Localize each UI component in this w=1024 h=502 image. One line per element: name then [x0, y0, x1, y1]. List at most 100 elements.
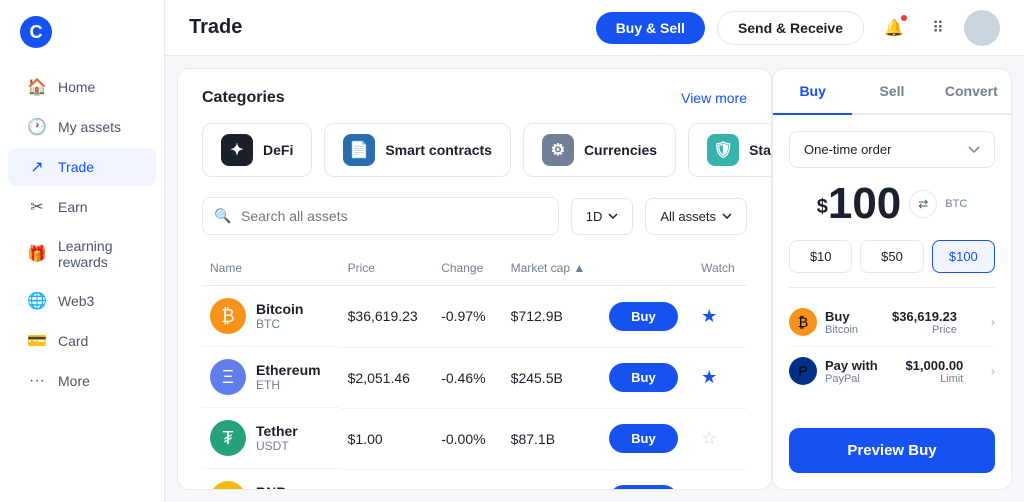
sidebar-item-label: Home	[58, 79, 95, 95]
coin-change: -0.00%	[433, 408, 502, 469]
view-more-link[interactable]: View more	[681, 90, 747, 106]
sidebar-item-web3[interactable]: 🌐 Web3	[8, 282, 156, 320]
categories-title: Categories	[202, 89, 285, 107]
sidebar-item-more[interactable]: ··· More	[8, 362, 156, 400]
sidebar-item-label: More	[58, 373, 90, 389]
amount-display: $ 100 ⇄ BTC	[789, 182, 995, 226]
quick-100[interactable]: $100	[932, 240, 995, 273]
tab-buy[interactable]: Buy	[773, 69, 852, 115]
buy-label: Buy	[825, 309, 858, 324]
buy-cell: Buy	[601, 347, 693, 408]
chevron-down-icon	[722, 213, 732, 219]
watch-star[interactable]: ☆	[701, 428, 717, 448]
avatar[interactable]	[964, 10, 1000, 46]
web3-icon: 🌐	[28, 292, 46, 310]
send-receive-button[interactable]: Send & Receive	[717, 11, 864, 45]
sidebar-item-label: Web3	[58, 293, 94, 309]
order-type-label: One-time order	[804, 142, 891, 157]
coin-name-cell: B BNB BNB	[210, 481, 286, 490]
search-bar-row: 🔍 1D All assets	[202, 197, 747, 235]
pay-sub: PayPal	[825, 373, 878, 385]
sidebar-item-earn[interactable]: ✂ Earn	[8, 188, 156, 226]
coin-change: -0.97%	[433, 286, 502, 348]
preview-buy-button[interactable]: Preview Buy	[789, 428, 995, 473]
col-name: Name	[202, 255, 340, 286]
category-defi[interactable]: ✦ DeFi	[202, 123, 312, 177]
col-action	[601, 255, 693, 286]
sidebar: C 🏠 Home 🕐 My assets ↗ Trade ✂ Earn 🎁 Le…	[0, 0, 165, 502]
category-label: Stablecoins	[749, 142, 772, 158]
coin-info: Bitcoin BTC	[256, 301, 303, 331]
col-market-cap[interactable]: Market cap ▲	[503, 255, 601, 286]
main-area: Trade Buy & Sell Send & Receive 🔔 ⠿ Cate…	[165, 0, 1024, 502]
category-cards: ✦ DeFi 📄 Smart contracts ⚙ Currencies 🛡 …	[202, 123, 747, 177]
trade-main-panel: Categories View more ✦ DeFi 📄 Smart cont…	[177, 68, 772, 490]
pay-info-left: P Pay with PayPal	[789, 357, 878, 385]
pay-label: Pay with	[825, 358, 878, 373]
pay-info-row[interactable]: P Pay with PayPal $1,000.00 Limit ›	[789, 347, 995, 395]
coin-name: BNB	[256, 484, 286, 490]
pay-info-text: Pay with PayPal	[825, 358, 878, 385]
smart-icon: 📄	[343, 134, 375, 166]
coin-market-cap: $37.2B	[503, 469, 601, 490]
order-type-button[interactable]: One-time order	[789, 131, 995, 168]
buy-info-left: ₿ Buy Bitcoin	[789, 308, 858, 336]
sidebar-item-card[interactable]: 💳 Card	[8, 322, 156, 360]
quick-50[interactable]: $50	[860, 240, 923, 273]
buy-button[interactable]: Buy	[609, 363, 678, 392]
watch-star[interactable]: ★	[701, 367, 717, 387]
topbar-actions: Buy & Sell Send & Receive 🔔 ⠿	[596, 10, 1000, 46]
watch-star[interactable]: ☆	[701, 489, 717, 490]
coin-price: $1.00	[340, 408, 434, 469]
col-watch: Watch	[693, 255, 747, 286]
sidebar-item-home[interactable]: 🏠 Home	[8, 68, 156, 106]
watch-star[interactable]: ★	[701, 306, 717, 326]
pay-value: $1,000.00	[905, 358, 963, 373]
card-icon: 💳	[28, 332, 46, 350]
sidebar-item-learning[interactable]: 🎁 Learning rewards	[8, 228, 156, 280]
home-icon: 🏠	[28, 78, 46, 96]
buy-button[interactable]: Buy	[609, 302, 678, 331]
currencies-icon: ⚙	[542, 134, 574, 166]
type-filter[interactable]: All assets	[645, 198, 747, 235]
search-input[interactable]	[202, 197, 559, 235]
chevron-down-icon	[608, 213, 618, 219]
sidebar-item-trade[interactable]: ↗ Trade	[8, 148, 156, 186]
sidebar-item-my-assets[interactable]: 🕐 My assets	[8, 108, 156, 146]
chevron-down-icon	[968, 146, 980, 154]
tab-sell[interactable]: Sell	[852, 69, 931, 115]
buy-value: $36,619.23	[892, 309, 957, 324]
coin-info: BNB BNB	[256, 484, 286, 490]
coin-price: $2,051.46	[340, 347, 434, 408]
category-stablecoins[interactable]: 🛡 Stablecoins	[688, 123, 772, 177]
category-label: Currencies	[584, 142, 657, 158]
sidebar-nav: 🏠 Home 🕐 My assets ↗ Trade ✂ Earn 🎁 Lear…	[0, 68, 164, 400]
notification-button[interactable]: 🔔	[876, 10, 912, 46]
table-row: ₿ Bitcoin BTC $36,619.23 -0.97% $712.9B …	[202, 286, 747, 348]
asset-table: Name Price Change Market cap ▲ Watch ₿ B…	[202, 255, 747, 490]
quick-10[interactable]: $10	[789, 240, 852, 273]
time-filter[interactable]: 1D	[571, 198, 634, 235]
coin-symbol: ETH	[256, 378, 321, 392]
swap-icon[interactable]: ⇄	[909, 190, 937, 218]
coin-info: Tether USDT	[256, 423, 298, 453]
buy-info-text: Buy Bitcoin	[825, 309, 858, 336]
watch-cell: ★	[693, 286, 747, 348]
watch-cell: ☆	[693, 469, 747, 490]
category-smart[interactable]: 📄 Smart contracts	[324, 123, 511, 177]
buy-sell-button[interactable]: Buy & Sell	[596, 12, 705, 44]
grid-icon: ⠿	[932, 18, 944, 38]
logo: C	[0, 16, 164, 68]
topbar: Trade Buy & Sell Send & Receive 🔔 ⠿	[165, 0, 1024, 56]
coin-price: $245.32	[340, 469, 434, 490]
amount-value: 100	[828, 182, 901, 226]
buy-button[interactable]: Buy	[609, 424, 678, 453]
col-price: Price	[340, 255, 434, 286]
grid-button[interactable]: ⠿	[920, 10, 956, 46]
category-currencies[interactable]: ⚙ Currencies	[523, 123, 676, 177]
buy-cell: Buy	[601, 286, 693, 348]
buy-info-row[interactable]: ₿ Buy Bitcoin $36,619.23 Price ›	[789, 298, 995, 347]
tab-convert[interactable]: Convert	[932, 69, 1011, 115]
buy-button[interactable]: Buy	[609, 485, 678, 490]
logo-icon: C	[20, 16, 52, 48]
